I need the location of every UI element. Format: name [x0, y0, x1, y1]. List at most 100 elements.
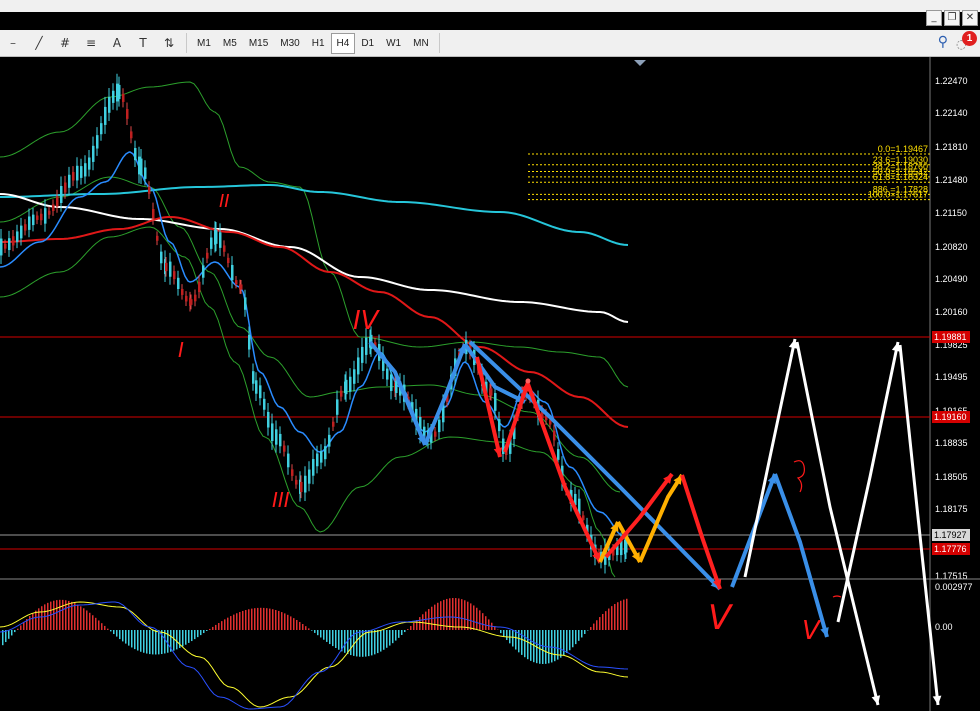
candle-body[interactable] [223, 245, 226, 252]
candle-body[interactable] [16, 231, 19, 242]
candle-body[interactable] [365, 337, 368, 355]
candle-body[interactable] [395, 380, 398, 394]
candle-body[interactable] [169, 261, 172, 277]
candle-body[interactable] [582, 515, 585, 521]
timeframe-mn[interactable]: MN [407, 33, 435, 54]
candle-body[interactable] [390, 374, 393, 391]
candle-body[interactable] [56, 196, 59, 207]
candle-body[interactable] [345, 379, 348, 395]
candle-body[interactable] [4, 243, 7, 249]
candle-body[interactable] [144, 167, 147, 179]
candle-body[interactable] [84, 163, 87, 177]
candle-body[interactable] [118, 84, 121, 100]
candle-body[interactable] [308, 469, 311, 484]
candle-body[interactable] [267, 411, 270, 428]
fibo-tool-icon[interactable]: ≡ [80, 32, 102, 54]
candle-body[interactable] [40, 213, 43, 221]
restore-button[interactable]: ❐ [944, 10, 960, 26]
candle-body[interactable] [271, 423, 274, 442]
candle-body[interactable] [215, 230, 218, 244]
candle-body[interactable] [328, 434, 331, 447]
candle-body[interactable] [134, 148, 137, 161]
candle-body[interactable] [173, 271, 176, 280]
candle-body[interactable] [68, 174, 71, 188]
minimize-button[interactable]: _ [926, 10, 942, 26]
candle-body[interactable] [357, 357, 360, 375]
timeframe-h4[interactable]: H4 [330, 32, 356, 54]
candle-body[interactable] [160, 251, 163, 264]
candle-body[interactable] [255, 380, 258, 394]
candle-body[interactable] [300, 481, 303, 493]
candle-body[interactable] [434, 431, 437, 437]
candle-body[interactable] [252, 371, 255, 384]
timeframe-m30[interactable]: M30 [274, 33, 305, 54]
candle-body[interactable] [64, 182, 67, 193]
candle-body[interactable] [152, 209, 155, 219]
candle-body[interactable] [336, 399, 339, 415]
candle-body[interactable] [52, 204, 55, 212]
candle-body[interactable] [165, 262, 168, 272]
candle-body[interactable] [279, 433, 282, 447]
candle-body[interactable] [80, 166, 83, 178]
candle-body[interactable] [72, 172, 75, 181]
candle-body[interactable] [210, 237, 213, 249]
candle-body[interactable] [126, 108, 129, 119]
timeframe-w1[interactable]: W1 [380, 33, 407, 54]
candle-body[interactable] [32, 214, 35, 226]
notifications-button[interactable]: ◌ 1 [956, 31, 977, 51]
close-button[interactable]: ✕ [962, 10, 978, 26]
candle-body[interactable] [312, 459, 315, 476]
grid-tool-icon[interactable]: # [54, 32, 76, 54]
line-tool-icon[interactable]: ╱ [28, 32, 50, 54]
candle-body[interactable] [112, 90, 115, 103]
candle-body[interactable] [76, 165, 79, 181]
candle-body[interactable] [181, 288, 184, 295]
candle-body[interactable] [438, 419, 441, 433]
candle-body[interactable] [625, 541, 628, 553]
candle-body[interactable] [235, 280, 238, 285]
candle-body[interactable] [60, 186, 63, 203]
text-tool-icon[interactable]: A [106, 32, 128, 54]
arrows-tool-icon[interactable]: ⇅ [158, 32, 180, 54]
candle-body[interactable] [96, 135, 99, 149]
candle-body[interactable] [156, 235, 159, 241]
timeframe-m1[interactable]: M1 [191, 33, 217, 54]
candle-body[interactable] [20, 225, 23, 239]
candle-body[interactable] [386, 368, 389, 380]
candle-body[interactable] [198, 281, 201, 293]
candle-body[interactable] [104, 106, 107, 125]
candle-body[interactable] [88, 157, 91, 170]
candle-body[interactable] [498, 419, 501, 432]
candle-body[interactable] [140, 158, 143, 176]
candle-body[interactable] [332, 421, 335, 427]
candle-body[interactable] [557, 449, 560, 460]
candle-body[interactable] [148, 186, 151, 194]
candle-body[interactable] [248, 334, 251, 350]
candle-body[interactable] [320, 451, 323, 463]
candle-body[interactable] [130, 131, 133, 139]
candle-body[interactable] [353, 369, 356, 384]
candle-body[interactable] [12, 236, 15, 246]
candle-body[interactable] [92, 145, 95, 162]
candle-body[interactable] [263, 398, 266, 410]
candle-body[interactable] [244, 297, 247, 310]
candle-body[interactable] [275, 429, 278, 445]
candle-body[interactable] [490, 388, 493, 396]
timeframe-h1[interactable]: H1 [306, 33, 331, 54]
candle-body[interactable] [202, 265, 205, 278]
candle-body[interactable] [291, 469, 294, 476]
candle-body[interactable] [190, 299, 193, 305]
candle-body[interactable] [287, 453, 290, 468]
candle-body[interactable] [219, 232, 222, 248]
candle-body[interactable] [349, 376, 352, 392]
candle-body[interactable] [553, 430, 556, 441]
candle-body[interactable] [494, 393, 497, 411]
timeframe-m15[interactable]: M15 [243, 33, 274, 54]
candle-body[interactable] [8, 238, 11, 251]
candle-body[interactable] [48, 210, 51, 215]
candle-body[interactable] [316, 453, 319, 467]
candle-body[interactable] [44, 208, 47, 224]
candle-body[interactable] [36, 215, 39, 220]
candle-body[interactable] [240, 284, 243, 290]
candle-body[interactable] [28, 216, 31, 230]
